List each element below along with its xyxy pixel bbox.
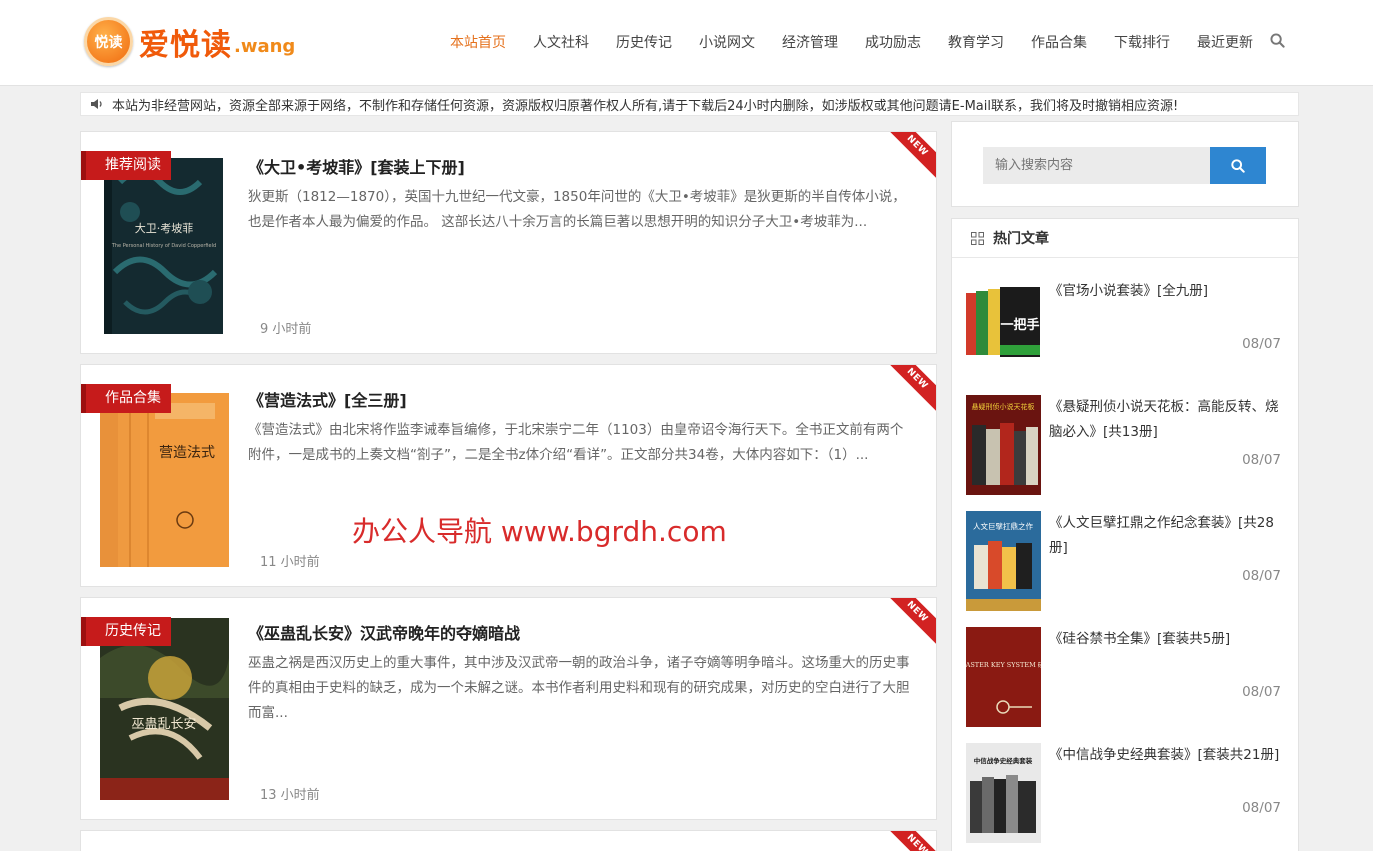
hot-item-title[interactable]: 《悬疑刑侦小说天花板：高能反转、烧脑必入》[共13册]	[1049, 395, 1289, 445]
logo-suffix: .wang	[234, 36, 296, 57]
nav-item-history[interactable]: 历史传记	[616, 32, 672, 52]
grid-icon	[971, 231, 984, 245]
hot-item-date: 08/07	[1242, 336, 1281, 352]
list-item[interactable]: 人文巨擘扛鼎之作 《人文巨擘扛鼎之作纪念套装》[共28册] 08/07	[952, 511, 1300, 611]
hot-articles-header: 热门文章	[952, 219, 1298, 258]
hot-item-thumbnail[interactable]: 人文巨擘扛鼎之作	[966, 511, 1041, 611]
hot-item-title[interactable]: 《中信战争史经典套装》[套装共21册]	[1049, 743, 1289, 768]
search-icon[interactable]	[1270, 33, 1285, 48]
list-item[interactable]: 中信战争史经典套装 《中信战争史经典套装》[套装共21册] 08/07	[952, 743, 1300, 843]
nav-item-collections[interactable]: 作品合集	[1031, 32, 1087, 52]
hot-item-date: 08/07	[1242, 452, 1281, 468]
nav-item-novels[interactable]: 小说网文	[699, 32, 755, 52]
list-item[interactable]: 悬疑刑侦小说天花板 《悬疑刑侦小说天花板：高能反转、烧脑必入》[共13册] 08…	[952, 395, 1300, 495]
nav-item-home[interactable]: 本站首页	[450, 32, 506, 52]
post-excerpt: 巫蛊之祸是西汉历史上的重大事件，其中涉及汉武帝一朝的政治斗争，诸子夺嫡等明争暗斗…	[248, 655, 910, 721]
notice-text: 本站为非经营网站，资源全部来源于网络，不制作和存储任何资源，资源版权归原著作权人…	[112, 98, 1179, 114]
hot-item-date: 08/07	[1242, 568, 1281, 584]
sidebar-search-widget	[951, 121, 1299, 207]
search-button[interactable]	[1210, 147, 1266, 184]
new-badge: NEW	[878, 132, 936, 185]
nav-item-downloads[interactable]: 下载排行	[1114, 32, 1170, 52]
post-card: 营造法式 作品合集 NEW 《营造法式》[全三册] 《营造法式》由北宋将作监李诫…	[80, 364, 937, 587]
nav-item-education[interactable]: 教育学习	[948, 32, 1004, 52]
svg-text:大卫·考坡菲: 大卫·考坡菲	[135, 221, 194, 235]
list-item[interactable]: THE MASTER KEY SYSTEM 硅谷禁书 《硅谷禁书全集》[套装共5…	[952, 627, 1300, 727]
logo-badge: 悦读	[84, 17, 133, 66]
new-badge: NEW	[878, 831, 936, 851]
nav-item-recent[interactable]: 最近更新	[1197, 32, 1253, 52]
hot-item-title[interactable]: 《官场小说套装》[全九册]	[1049, 279, 1289, 304]
hot-item-date: 08/07	[1242, 800, 1281, 816]
new-badge: NEW	[878, 598, 936, 651]
nav-item-economics[interactable]: 经济管理	[782, 32, 838, 52]
hot-item-thumbnail[interactable]: THE MASTER KEY SYSTEM 硅谷禁书	[966, 627, 1041, 727]
main-nav: 本站首页 人文社科 历史传记 小说网文 经济管理 成功励志 教育学习 作品合集 …	[450, 32, 1280, 52]
logo-name: 爱悦读	[139, 27, 232, 63]
site-header: 悦读 爱悦读 .wang 本站首页 人文社科 历史传记 小说网文 经济管理 成功…	[0, 0, 1373, 86]
svg-text:巫蛊乱长安: 巫蛊乱长安	[131, 717, 196, 732]
category-tag[interactable]: 作品合集	[81, 384, 171, 413]
post-excerpt: 狄更斯（1812—1870），英国十九世纪一代文豪，1850年问世的《大卫•考坡…	[248, 189, 906, 230]
post-card: NEW	[80, 830, 937, 851]
hot-item-thumbnail[interactable]: 一把手	[966, 279, 1041, 379]
nav-item-success[interactable]: 成功励志	[865, 32, 921, 52]
hot-item-title[interactable]: 《人文巨擘扛鼎之作纪念套装》[共28册]	[1049, 511, 1289, 561]
list-item[interactable]: 一把手 《官场小说套装》[全九册] 08/07	[952, 279, 1300, 379]
post-card: 巫蛊乱长安 历史传记 NEW 《巫蛊乱长安》汉武帝晚年的夺嫡暗战 巫蛊之祸是西汉…	[80, 597, 937, 820]
hot-item-title[interactable]: 《硅谷禁书全集》[套装共5册]	[1049, 627, 1289, 652]
svg-text:THE MASTER KEY SYSTEM 硅谷禁书: THE MASTER KEY SYSTEM 硅谷禁书	[966, 660, 1041, 669]
category-tag[interactable]: 历史传记	[81, 617, 171, 646]
search-icon	[1231, 158, 1245, 173]
notice-bar: 本站为非经营网站，资源全部来源于网络，不制作和存储任何资源，资源版权归原著作权人…	[80, 92, 1299, 116]
hot-articles-widget: 热门文章 一把手 《官场小说套装》[全九册] 08/07 悬疑刑侦小说天花板 《…	[951, 218, 1299, 851]
svg-text:中信战争史经典套装: 中信战争史经典套装	[974, 756, 1033, 765]
post-time: 9 小时前	[260, 322, 312, 337]
hot-item-date: 08/07	[1242, 684, 1281, 700]
post-title[interactable]: 《巫蛊乱长安》汉武帝晚年的夺嫡暗战	[248, 620, 520, 644]
nav-item-humanities[interactable]: 人文社科	[533, 32, 589, 52]
post-card: 大卫·考坡菲 The Personal History of David Cop…	[80, 131, 937, 354]
post-title[interactable]: 《大卫•考坡菲》[套装上下册]	[248, 154, 465, 178]
svg-text:营造法式: 营造法式	[159, 445, 215, 461]
hot-articles-title: 热门文章	[993, 231, 1049, 247]
category-tag[interactable]: 推荐阅读	[81, 151, 171, 180]
new-badge: NEW	[878, 365, 936, 418]
hot-item-thumbnail[interactable]: 中信战争史经典套装	[966, 743, 1041, 843]
post-excerpt: 《营造法式》由北宋将作监李诫奉旨编修，于北宋崇宁二年（1103）由皇帝诏令海行天…	[248, 422, 904, 463]
post-time: 11 小时前	[260, 555, 320, 570]
site-logo[interactable]: 悦读 爱悦读 .wang	[84, 17, 295, 66]
svg-text:悬疑刑侦小说天花板: 悬疑刑侦小说天花板	[972, 402, 1035, 411]
watermark-text: 办公人导航 www.bgrdh.com	[352, 515, 727, 548]
post-title[interactable]: 《营造法式》[全三册]	[248, 387, 407, 411]
post-time: 13 小时前	[260, 788, 320, 803]
svg-text:一把手: 一把手	[1000, 317, 1039, 333]
search-input[interactable]	[983, 147, 1210, 184]
speaker-icon	[91, 99, 102, 109]
svg-text:人文巨擘扛鼎之作: 人文巨擘扛鼎之作	[973, 521, 1033, 531]
hot-item-thumbnail[interactable]: 悬疑刑侦小说天花板	[966, 395, 1041, 495]
svg-text:The Personal History of David: The Personal History of David Copperfiel…	[111, 243, 216, 249]
